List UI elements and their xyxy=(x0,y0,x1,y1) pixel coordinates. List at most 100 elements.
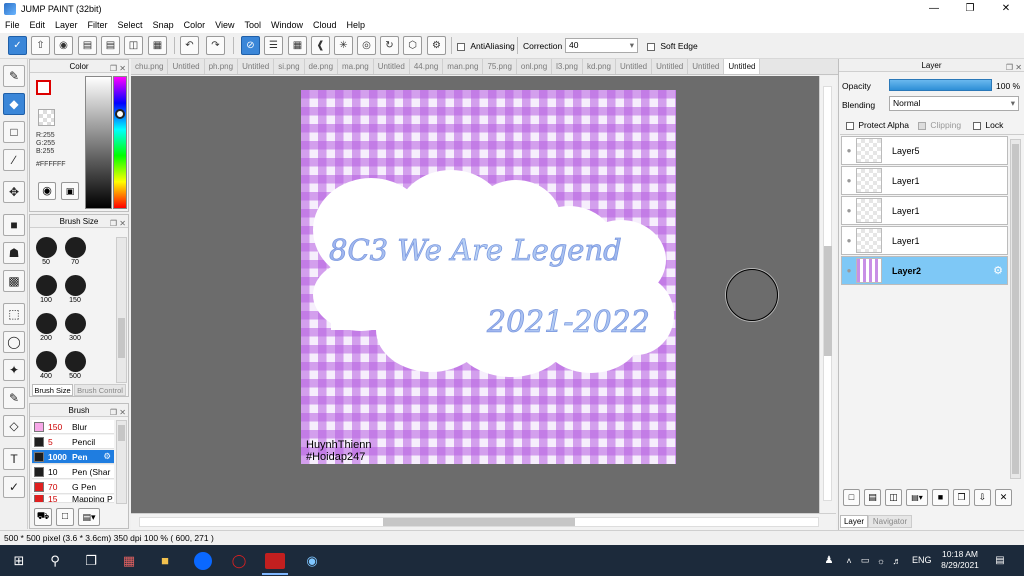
antialiasing-option[interactable]: AntiAliasing xyxy=(457,41,515,51)
snap-parallel-icon[interactable]: ☰ xyxy=(264,36,283,55)
notification-icon[interactable]: ▤ xyxy=(990,549,1010,572)
cloud-sync-icon[interactable]: ✓ xyxy=(8,36,27,55)
snap-radial-icon[interactable]: ✳ xyxy=(334,36,353,55)
artwork[interactable]: 8C3 We Are Legend 2021-2022 HuynhThienn … xyxy=(301,90,676,464)
snap-settings-icon[interactable]: ⚙ xyxy=(427,36,446,55)
grid-icon[interactable]: ▦ xyxy=(148,36,167,55)
doc-tab[interactable]: kd.png xyxy=(583,59,616,74)
doc-tab[interactable]: ma.png xyxy=(338,59,374,74)
close-button[interactable]: ✕ xyxy=(988,0,1024,17)
brush-item-pen[interactable]: 1000 Pen ⚙ xyxy=(32,450,114,464)
doc-tab[interactable]: 44.png xyxy=(410,59,444,74)
opacity-slider[interactable] xyxy=(889,79,992,91)
fill-rect-icon[interactable]: ■ xyxy=(3,214,25,236)
transparent-color-swatch[interactable] xyxy=(38,109,55,126)
clipping-option[interactable]: Clipping xyxy=(918,120,961,130)
brush-size-50[interactable]: 50 xyxy=(32,237,60,266)
paint-palette-icon[interactable]: ◉ xyxy=(299,549,325,572)
lock-option[interactable]: Lock xyxy=(973,120,1003,130)
layer-row[interactable]: ● Layer1 xyxy=(841,226,1008,255)
protect-alpha-option[interactable]: Protect Alpha xyxy=(846,120,909,130)
clock[interactable]: 10:18 AM 8/29/2021 xyxy=(938,549,982,571)
select-pen-icon[interactable]: ✎ xyxy=(3,387,25,409)
menu-edit[interactable]: Edit xyxy=(30,20,46,30)
line-icon[interactable]: ∕ xyxy=(3,149,25,171)
folder-icon[interactable]: ■ xyxy=(932,489,949,506)
doc-tab[interactable]: onl.png xyxy=(517,59,553,74)
menu-snap[interactable]: Snap xyxy=(153,20,174,30)
menu-cloud[interactable]: Cloud xyxy=(313,20,337,30)
brightness-slider[interactable] xyxy=(85,76,112,209)
panel-close-icon[interactable]: ❐ ✕ xyxy=(110,217,126,230)
snap-polygon-icon[interactable]: ⬡ xyxy=(403,36,422,55)
hue-slider[interactable] xyxy=(113,76,127,209)
brush-size-300[interactable]: 300 xyxy=(61,313,89,342)
palette-icon[interactable]: ◉ xyxy=(38,182,56,200)
doc-tab[interactable]: si.png xyxy=(274,59,305,74)
doc-tab[interactable]: Untitled xyxy=(374,59,410,74)
visibility-icon[interactable]: ● xyxy=(842,266,856,275)
protect-alpha-checkbox[interactable] xyxy=(846,121,854,130)
menu-file[interactable]: File xyxy=(5,20,20,30)
document-icon[interactable]: ▤ xyxy=(101,36,120,55)
layer-row[interactable]: ● Layer1 xyxy=(841,166,1008,195)
rectangle-icon[interactable]: □ xyxy=(3,121,25,143)
lock-checkbox[interactable] xyxy=(973,121,981,130)
horizontal-scrollbar[interactable] xyxy=(131,513,836,530)
add-brush-icon[interactable]: ⛟ xyxy=(34,508,52,526)
gear-icon[interactable]: ⚙ xyxy=(993,264,1003,277)
doc-tab-active[interactable]: Untitled xyxy=(724,59,761,74)
menu-color[interactable]: Color xyxy=(184,20,206,30)
snap-grid-icon[interactable]: ▦ xyxy=(288,36,307,55)
snap-perspective-icon[interactable]: ❰ xyxy=(311,36,330,55)
doc-tab[interactable]: Untitled xyxy=(688,59,725,74)
brush-size-500[interactable]: 500 xyxy=(61,351,89,380)
language-indicator[interactable]: ENG xyxy=(912,555,932,565)
task-view-icon[interactable]: ❐ xyxy=(78,549,104,572)
doc-tab[interactable]: Untitled xyxy=(238,59,275,74)
correction-select[interactable]: 40 ▾ xyxy=(565,38,638,53)
tab-brush-control[interactable]: Brush Control xyxy=(74,384,126,396)
vertical-scrollbar[interactable] xyxy=(819,76,836,513)
merge-layer-icon[interactable]: ⇩ xyxy=(974,489,991,506)
brush-item-blur[interactable]: 150 Blur xyxy=(32,420,114,434)
snap-circle-icon[interactable]: ◎ xyxy=(357,36,376,55)
search-icon[interactable]: ⚲ xyxy=(42,549,68,572)
tab-layer[interactable]: Layer xyxy=(840,515,868,528)
doc-tab[interactable]: Untitled xyxy=(168,59,205,74)
opera-icon[interactable]: ◯ xyxy=(226,549,252,572)
menu-tool[interactable]: Tool xyxy=(244,20,261,30)
blending-select[interactable]: Normal ▾ xyxy=(889,96,1019,111)
menu-window[interactable]: Window xyxy=(271,20,303,30)
brush-item-g-pen[interactable]: 70 G Pen xyxy=(32,480,114,494)
layer-row-selected[interactable]: ● Layer2 ⚙ xyxy=(841,256,1008,285)
brush-item-mapping[interactable]: 15 Mapping P xyxy=(32,495,114,503)
copy-layer-icon[interactable]: ❐ xyxy=(953,489,970,506)
app-grid-icon[interactable]: ▦ xyxy=(116,549,142,572)
text-icon[interactable]: T xyxy=(3,448,25,470)
menu-help[interactable]: Help xyxy=(347,20,366,30)
tab-brush-size[interactable]: Brush Size xyxy=(32,384,73,396)
delete-layer-icon[interactable]: ✕ xyxy=(995,489,1012,506)
doc-tab[interactable]: man.png xyxy=(443,59,484,74)
brush-menu-icon[interactable]: ▤▾ xyxy=(78,508,100,526)
layer-row[interactable]: ● Layer1 xyxy=(841,196,1008,225)
eyedropper-icon[interactable]: ✓ xyxy=(3,476,25,498)
panel-close-icon[interactable]: ❐ ✕ xyxy=(1006,61,1022,74)
eraser-icon[interactable]: ◆ xyxy=(3,93,25,115)
new-brush-icon[interactable]: □ xyxy=(56,508,74,526)
color-history-icon[interactable]: ▣ xyxy=(61,182,79,200)
snap-curve-icon[interactable]: ↻ xyxy=(380,36,399,55)
zalo-icon[interactable] xyxy=(190,549,216,572)
lasso-icon[interactable]: ◯ xyxy=(3,331,25,353)
volume-icon[interactable]: ♬ xyxy=(890,549,904,572)
doc-tab[interactable]: ph.png xyxy=(205,59,239,74)
minimize-button[interactable]: — xyxy=(916,0,952,17)
brush-size-150[interactable]: 150 xyxy=(61,275,89,304)
doc-tab[interactable]: 75.png xyxy=(483,59,517,74)
new-layer-8bit-icon[interactable]: ▤ xyxy=(864,489,881,506)
select-rect-icon[interactable]: ⬚ xyxy=(3,303,25,325)
jump-paint-taskbar-icon[interactable] xyxy=(262,549,288,572)
magic-wand-icon[interactable]: ✦ xyxy=(3,359,25,381)
visibility-icon[interactable]: ● xyxy=(842,206,856,215)
